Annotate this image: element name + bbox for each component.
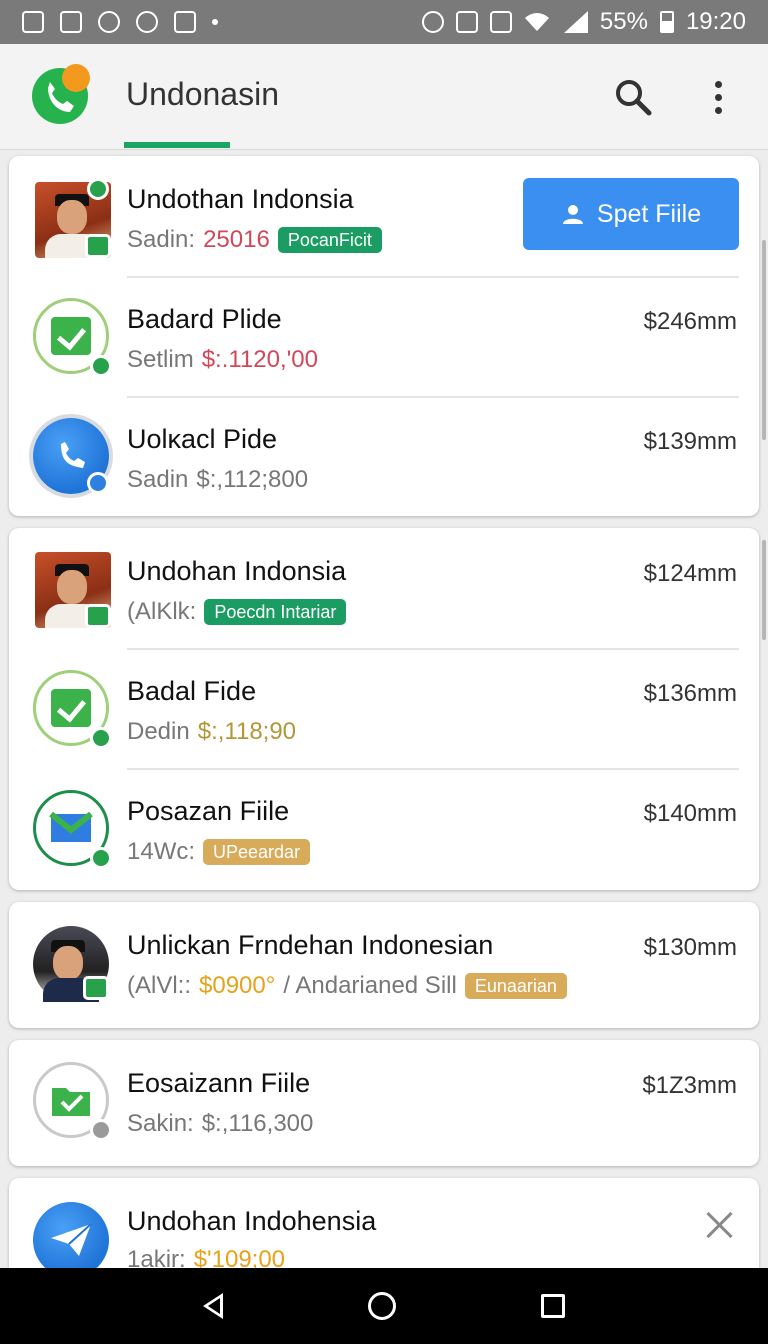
list-item[interactable]: Badal Fide Dedin $:,118;90 $136mm: [9, 648, 759, 768]
active-tab-indicator: [124, 142, 230, 148]
list-item[interactable]: Eosaizann Fiile Sakin: $:,116,300 $1Z3mm: [9, 1040, 759, 1160]
status-bar: 55% 19:20: [0, 0, 768, 44]
app-bar: Undonasin: [0, 44, 768, 150]
phone-icon: [33, 418, 109, 494]
user-icon: [562, 205, 583, 224]
item-amount: $139mm: [643, 428, 737, 455]
list-item[interactable]: Undohan Indohensia 1akir: $'109;00: [9, 1178, 759, 1268]
item-subtitle: Sadin $:,112;800: [127, 466, 309, 493]
item-title: Uolĸacl Pide: [127, 424, 278, 454]
item-title: Unlickan Frndehan Indonesian: [127, 930, 494, 960]
item-subtitle: (AlVl:: $0900° / Andarianed Sill Eunaari…: [127, 972, 567, 1000]
item-subtitle: Dedin $:,118;90: [127, 718, 297, 745]
status-icon: [85, 604, 111, 628]
scrollbar[interactable]: [762, 240, 766, 440]
item-subtitle: Setlim $:.1120,'00: [127, 346, 318, 373]
vibrate-icon: [489, 11, 512, 33]
signal-icon: [563, 11, 588, 33]
scrollbar[interactable]: [762, 540, 766, 640]
item-amount: $246mm: [643, 308, 737, 335]
notification-app-icon: [22, 11, 44, 33]
check-file-icon: [33, 670, 112, 749]
item-amount: $124mm: [643, 560, 737, 587]
list-item[interactable]: Uolĸacl Pide Sadin $:,112;800 $139mm: [9, 396, 759, 516]
gallery-icon: [60, 11, 82, 33]
status-tag: UPeeardar: [203, 839, 311, 865]
item-subtitle: Sadin: 25016 PocanFicit: [127, 226, 382, 254]
alarm-icon: [455, 11, 478, 33]
more-notifications-dot: [212, 19, 218, 25]
folder-check-icon: [33, 1062, 112, 1141]
list-item[interactable]: Posazan Fiile 14Wc: UPeeardar $140mm: [9, 768, 759, 888]
send-file-icon: [33, 1202, 109, 1268]
verified-icon: [87, 178, 109, 200]
status-icon: [83, 976, 109, 1000]
item-title: Eosaizann Fiile: [127, 1068, 311, 1098]
list-item[interactable]: Undothan Indonsia Sadin: 25016 PocanFici…: [9, 156, 759, 276]
item-subtitle: 1akir: $'109;00: [127, 1246, 286, 1268]
battery-percent: 55%: [599, 8, 648, 35]
app-title: Undonasin: [126, 76, 279, 112]
item-amount: $130mm: [643, 934, 737, 961]
search-icon: [616, 80, 652, 116]
item-title: Badal Fide: [127, 676, 257, 706]
settings-icon: [136, 11, 158, 33]
item-amount: $136mm: [643, 680, 737, 707]
item-amount: $1Z3mm: [642, 1072, 737, 1099]
item-title: Undohan Indohensia: [127, 1206, 377, 1236]
status-icon: [85, 234, 111, 258]
file-group-card: Eosaizann Fiile Sakin: $:,116,300 $1Z3mm: [9, 1040, 759, 1166]
file-group-card: Unlickan Frndehan Indonesian (AlVl:: $09…: [9, 902, 759, 1028]
item-subtitle: (AlKlk: Poecdn Intariar: [127, 598, 347, 626]
sync-icon: [421, 11, 444, 33]
item-subtitle: 14Wc: UPeeardar: [127, 838, 311, 866]
contact-photo: [35, 178, 111, 258]
sub-label: Sadin:: [127, 226, 196, 253]
app-logo-icon: [32, 64, 90, 124]
back-button[interactable]: [202, 1293, 223, 1319]
dismiss-button[interactable]: [703, 1208, 737, 1242]
compass-icon: [98, 11, 120, 33]
wifi-icon: [524, 13, 549, 31]
check-file-icon: [33, 298, 112, 377]
home-button[interactable]: [367, 1292, 396, 1320]
status-tag: Eunaarian: [464, 973, 567, 999]
list-item[interactable]: Badard Plide Setlim $:.1120,'00 $246mm: [9, 276, 759, 396]
file-group-card: Undohan Indohensia 1akir: $'109;00: [9, 1178, 759, 1268]
notification-icons: [22, 11, 218, 33]
button-label: Spet Fiile: [596, 199, 702, 228]
search-button[interactable]: [608, 72, 658, 122]
contact-photo: [35, 552, 111, 628]
overflow-menu-button[interactable]: [698, 72, 738, 122]
status-tag: PocanFicit: [277, 227, 382, 253]
item-title: Undohan Indonsia: [127, 556, 347, 586]
item-title: Posazan Fiile: [127, 796, 290, 826]
status-tag: Poecdn Intariar: [204, 599, 347, 625]
item-amount: $140mm: [643, 800, 737, 827]
mail-icon: [33, 790, 112, 869]
item-title: Undothan Indonsia: [127, 184, 354, 214]
clipboard-icon: [174, 11, 196, 33]
list-item[interactable]: Unlickan Frndehan Indonesian (AlVl:: $09…: [9, 902, 759, 1022]
file-group-card: Undohan Indonsia (AlKlk: Poecdn Intariar…: [9, 528, 759, 890]
contact-photo: [33, 926, 109, 1002]
item-subtitle: Sakin: $:,116,300: [127, 1110, 314, 1137]
more-vert-icon: [714, 80, 722, 88]
recent-apps-button[interactable]: [541, 1294, 566, 1318]
file-group-card: Undothan Indonsia Sadin: 25016 PocanFici…: [9, 156, 759, 516]
clock: 19:20: [685, 8, 746, 35]
spet-file-button[interactable]: Spet Fiile: [523, 178, 739, 250]
item-title: Badard Plide: [127, 304, 282, 334]
list-item[interactable]: Undohan Indonsia (AlKlk: Poecdn Intariar…: [9, 528, 759, 648]
sub-value: 25016: [203, 226, 270, 253]
battery-icon: [659, 11, 674, 33]
system-nav-bar: [0, 1268, 768, 1344]
